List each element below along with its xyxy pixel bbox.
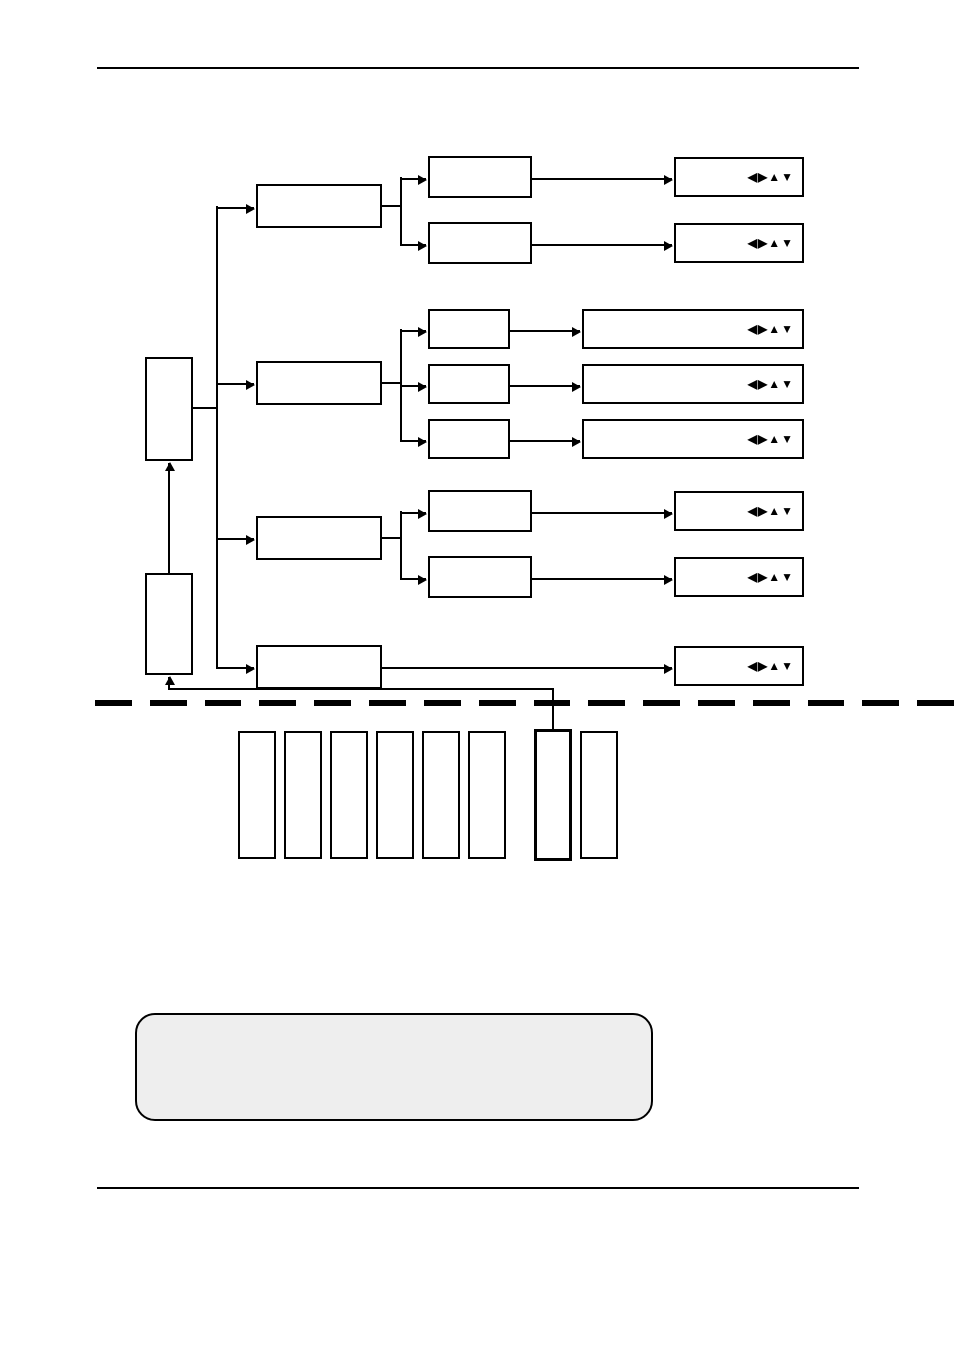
- opt-1b: ◀▶▲▼: [674, 223, 804, 263]
- nav-glyphs: ◀▶▲▼: [748, 170, 794, 184]
- slot-1: [238, 731, 276, 859]
- nav-glyphs: ◀▶▲▼: [748, 236, 794, 250]
- opt-2b: ◀▶▲▼: [582, 364, 804, 404]
- cat-1: [256, 184, 382, 228]
- slot-5: [422, 731, 460, 859]
- note-box: [135, 1013, 653, 1121]
- sub-3b: [428, 556, 532, 598]
- opt-3a: ◀▶▲▼: [674, 491, 804, 531]
- nav-glyphs: ◀▶▲▼: [748, 659, 794, 673]
- sub-2c: [428, 419, 510, 459]
- nav-glyphs: ◀▶▲▼: [748, 322, 794, 336]
- slot-2: [284, 731, 322, 859]
- nav-glyphs: ◀▶▲▼: [748, 377, 794, 391]
- opt-4: ◀▶▲▼: [674, 646, 804, 686]
- cat-4: [256, 645, 382, 689]
- opt-2a: ◀▶▲▼: [582, 309, 804, 349]
- sub-1a: [428, 156, 532, 198]
- sub-2b: [428, 364, 510, 404]
- opt-3b: ◀▶▲▼: [674, 557, 804, 597]
- dashed-divider: [95, 700, 954, 706]
- sub-1b: [428, 222, 532, 264]
- root-box: [145, 573, 193, 675]
- slot-8: [580, 731, 618, 859]
- opt-1a: ◀▶▲▼: [674, 157, 804, 197]
- slot-3: [330, 731, 368, 859]
- slot-6: [468, 731, 506, 859]
- nav-glyphs: ◀▶▲▼: [748, 432, 794, 446]
- cat-2: [256, 361, 382, 405]
- opt-2c: ◀▶▲▼: [582, 419, 804, 459]
- slot-7-active: [534, 729, 572, 861]
- sub-3a: [428, 490, 532, 532]
- menu-box: [145, 357, 193, 461]
- nav-glyphs: ◀▶▲▼: [748, 570, 794, 584]
- slot-4: [376, 731, 414, 859]
- sub-2a: [428, 309, 510, 349]
- nav-glyphs: ◀▶▲▼: [748, 504, 794, 518]
- cat-3: [256, 516, 382, 560]
